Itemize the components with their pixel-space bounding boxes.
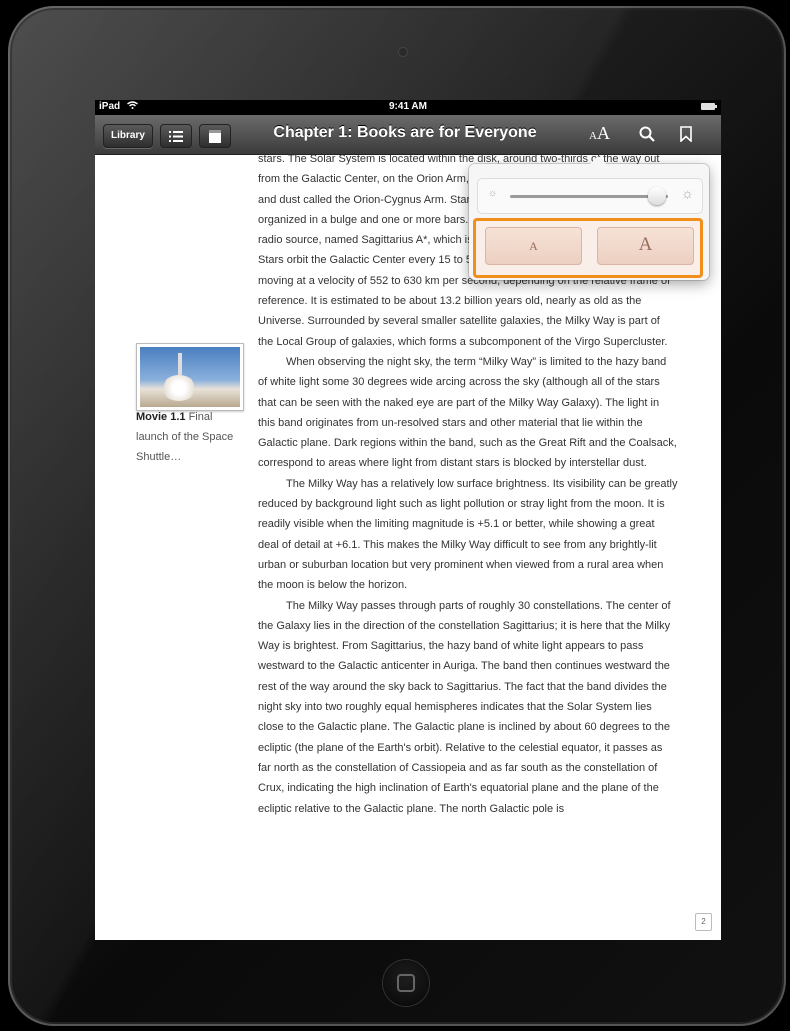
smoke-plume <box>162 375 196 401</box>
paragraph-2: When observing the night sky, the term “… <box>258 355 677 470</box>
battery-icon <box>701 103 717 110</box>
shuttle-launch-image <box>140 347 240 407</box>
library-button[interactable]: Library <box>103 124 153 148</box>
brightness-slider-track[interactable] <box>510 187 668 205</box>
chapter-title: Chapter 1: Books are for Everyone <box>273 124 537 141</box>
decrease-font-button[interactable]: A <box>485 227 582 265</box>
font-settings-popover: ☼ ☼ A A <box>469 156 709 280</box>
dim-sun-icon: ☼ <box>488 188 498 199</box>
shuttle-shape <box>178 353 182 375</box>
screen: iPad 9:41 AM Library Chapter 1: Books ar… <box>95 100 721 940</box>
notes-view-button[interactable] <box>199 124 231 148</box>
status-bar: iPad 9:41 AM <box>95 100 721 115</box>
home-button[interactable] <box>383 960 429 1006</box>
caption-title: Movie 1.1 <box>136 411 186 423</box>
increase-font-button[interactable]: A <box>597 227 694 265</box>
page-icon <box>209 129 221 143</box>
status-time: 9:41 AM <box>389 101 427 112</box>
search-icon[interactable] <box>639 126 655 147</box>
brightness-control: ☼ ☼ <box>477 178 703 214</box>
list-icon <box>169 130 183 142</box>
home-square-icon <box>397 974 415 992</box>
bright-sun-icon: ☼ <box>681 185 694 201</box>
page-number: 2 <box>695 913 712 931</box>
camera-icon <box>399 48 407 56</box>
font-size-button[interactable]: AA <box>589 123 610 144</box>
font-large-a-icon: A <box>596 123 610 143</box>
font-small-a-icon: A <box>589 130 597 142</box>
paragraph-4: The Milky Way passes through parts of ro… <box>258 599 671 815</box>
brightness-slider-knob[interactable] <box>648 187 666 205</box>
bookmark-icon[interactable] <box>680 126 692 147</box>
font-size-controls: A A <box>473 218 703 278</box>
movie-caption: Movie 1.1 Final launch of the Space Shut… <box>136 407 236 467</box>
table-of-contents-button[interactable] <box>160 124 192 148</box>
movie-thumbnail[interactable] <box>136 343 244 411</box>
paragraph-3: The Milky Way has a relatively low surfa… <box>258 477 678 592</box>
